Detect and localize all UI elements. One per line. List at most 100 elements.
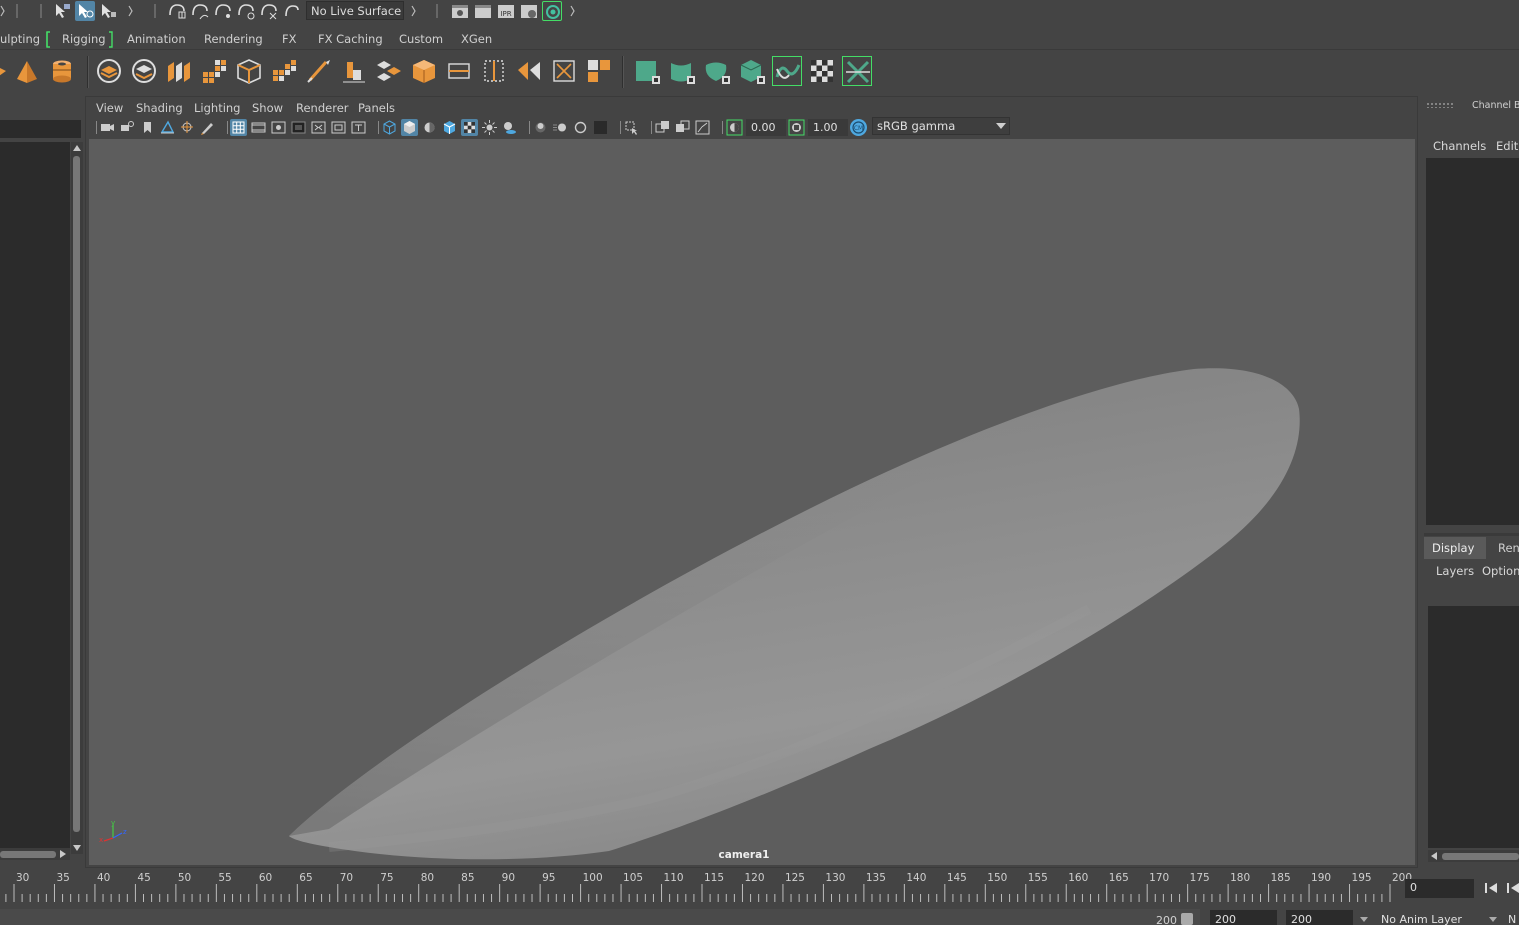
insert-loop-icon[interactable]: [479, 56, 509, 86]
menu-panels[interactable]: Panels: [358, 101, 395, 115]
chevron-down-icon[interactable]: [1360, 917, 1368, 922]
outliner-list[interactable]: [0, 142, 70, 854]
outliner-horizontal-scrollbar[interactable]: [0, 848, 70, 860]
menu-show[interactable]: Show: [252, 101, 283, 115]
3d-viewport[interactable]: y x z camera1: [89, 139, 1415, 865]
scrollbar-thumb[interactable]: [0, 851, 56, 858]
combine-icon[interactable]: [94, 56, 124, 86]
select-by-component-icon[interactable]: [98, 1, 118, 21]
snap-to-live-icon[interactable]: [282, 1, 302, 21]
tab-render[interactable]: Ren: [1490, 537, 1519, 559]
bridge-icon[interactable]: [374, 56, 404, 86]
textured-icon[interactable]: [461, 119, 478, 136]
collapse-arrow-icon[interactable]: [411, 3, 417, 19]
bookmark-icon[interactable]: [139, 119, 156, 136]
safe-action-icon[interactable]: [330, 119, 347, 136]
select-camera-icon[interactable]: [99, 119, 116, 136]
grid-subdivide-icon[interactable]: [269, 56, 299, 86]
camera-attributes-icon[interactable]: [119, 119, 136, 136]
tab-animation[interactable]: Animation: [127, 32, 186, 46]
anti-aliasing-icon[interactable]: [572, 119, 589, 136]
make-live-icon[interactable]: [259, 1, 279, 21]
gamma-icon[interactable]: [788, 119, 805, 136]
snap-to-view-plane-icon[interactable]: [236, 1, 256, 21]
menu-layers[interactable]: Layers: [1436, 564, 1474, 578]
scrollbar-thumb[interactable]: [73, 156, 80, 832]
panel-splitter[interactable]: [1424, 533, 1519, 536]
checker-icon[interactable]: [807, 56, 837, 86]
planar-uv-icon[interactable]: [632, 56, 662, 86]
render-frame-icon[interactable]: [450, 1, 470, 21]
multi-cut-icon[interactable]: [304, 56, 334, 86]
x-ray-joints-icon[interactable]: [694, 119, 711, 136]
isolate-select-icon[interactable]: [623, 119, 640, 136]
exposure-icon[interactable]: [726, 119, 743, 136]
edge-loop-icon[interactable]: [444, 56, 474, 86]
snap-to-curve-icon[interactable]: [190, 1, 210, 21]
motion-blur-icon[interactable]: [552, 119, 569, 136]
render-sequence-icon[interactable]: [473, 1, 493, 21]
menu-channels[interactable]: Channels: [1433, 139, 1486, 153]
menu-shading[interactable]: Shading: [136, 101, 183, 115]
spherical-uv-icon[interactable]: [702, 56, 732, 86]
color-management-icon[interactable]: CM: [850, 119, 867, 136]
tab-display[interactable]: Display: [1424, 537, 1486, 559]
tab-rigging[interactable]: Rigging: [62, 32, 106, 46]
range-slider-track[interactable]: [0, 909, 1200, 925]
toolbar-collapse-arrow-icon[interactable]: [0, 3, 6, 19]
x-ray-icon[interactable]: [654, 119, 671, 136]
layer-list[interactable]: [1428, 606, 1519, 848]
ambient-occlusion-icon[interactable]: [532, 119, 549, 136]
tab-fx-caching[interactable]: FX Caching: [318, 32, 383, 46]
playback-end-field[interactable]: 200: [1210, 910, 1277, 925]
depth-of-field-icon[interactable]: [592, 119, 609, 136]
chevron-down-icon[interactable]: [1489, 917, 1497, 922]
panel-grip-icon[interactable]: [1426, 102, 1454, 108]
pyramid-icon[interactable]: [12, 56, 42, 86]
hypershade-icon[interactable]: [542, 1, 562, 21]
gamma-field[interactable]: 1.00: [808, 119, 848, 136]
step-back-icon[interactable]: [1504, 880, 1519, 896]
select-by-hierarchy-icon[interactable]: [52, 1, 72, 21]
animation-end-field[interactable]: 200: [1286, 910, 1353, 925]
extract-icon[interactable]: [164, 56, 194, 86]
render-settings-icon[interactable]: [519, 1, 539, 21]
pipe-icon[interactable]: [47, 56, 77, 86]
bounding-box-icon[interactable]: [549, 56, 579, 86]
color-space-dropdown[interactable]: sRGB gamma: [872, 117, 1010, 135]
two-d-pan-zoom-icon[interactable]: [179, 119, 196, 136]
exposure-field[interactable]: 0.00: [746, 119, 786, 136]
range-handle[interactable]: [1181, 913, 1193, 925]
scrollbar-thumb[interactable]: [1442, 853, 1519, 860]
scroll-down-icon[interactable]: [73, 845, 81, 851]
wireframe-on-shaded-icon[interactable]: [441, 119, 458, 136]
tab-rendering[interactable]: Rendering: [204, 32, 263, 46]
bevel-icon[interactable]: [339, 56, 369, 86]
scroll-right-icon[interactable]: [60, 850, 66, 858]
mirror-icon[interactable]: [514, 56, 544, 86]
go-to-start-icon[interactable]: [1482, 880, 1500, 896]
scroll-left-icon[interactable]: [1431, 852, 1437, 860]
live-surface-field[interactable]: No Live Surface: [306, 1, 404, 20]
tab-xgen[interactable]: XGen: [461, 32, 492, 46]
current-frame-field[interactable]: 0: [1405, 879, 1474, 898]
snap-to-grid-icon[interactable]: [167, 1, 187, 21]
resolution-gate-icon[interactable]: [270, 119, 287, 136]
channel-list[interactable]: [1426, 158, 1519, 525]
menu-renderer[interactable]: Renderer: [296, 101, 349, 115]
outliner-search-field[interactable]: [0, 120, 81, 138]
smooth-shade-icon[interactable]: [401, 119, 418, 136]
safe-title-icon[interactable]: [350, 119, 367, 136]
menu-lighting[interactable]: Lighting: [194, 101, 240, 115]
cube-wireframe-icon[interactable]: [234, 56, 264, 86]
gate-mask-icon[interactable]: [290, 119, 307, 136]
automatic-uv-icon[interactable]: [737, 56, 767, 86]
cylindrical-uv-icon[interactable]: [667, 56, 697, 86]
wireframe-shading-icon[interactable]: [381, 119, 398, 136]
tab-custom[interactable]: Custom: [399, 32, 443, 46]
field-chart-icon[interactable]: [310, 119, 327, 136]
select-by-object-icon[interactable]: [75, 1, 95, 21]
time-slider[interactable]: 30 35 40 45 50 55 60 65 70 75 80 85 90 95 100 105 110 115…: [0, 870, 1412, 902]
image-plane-icon[interactable]: [159, 119, 176, 136]
append-polygon-icon[interactable]: [584, 56, 614, 86]
